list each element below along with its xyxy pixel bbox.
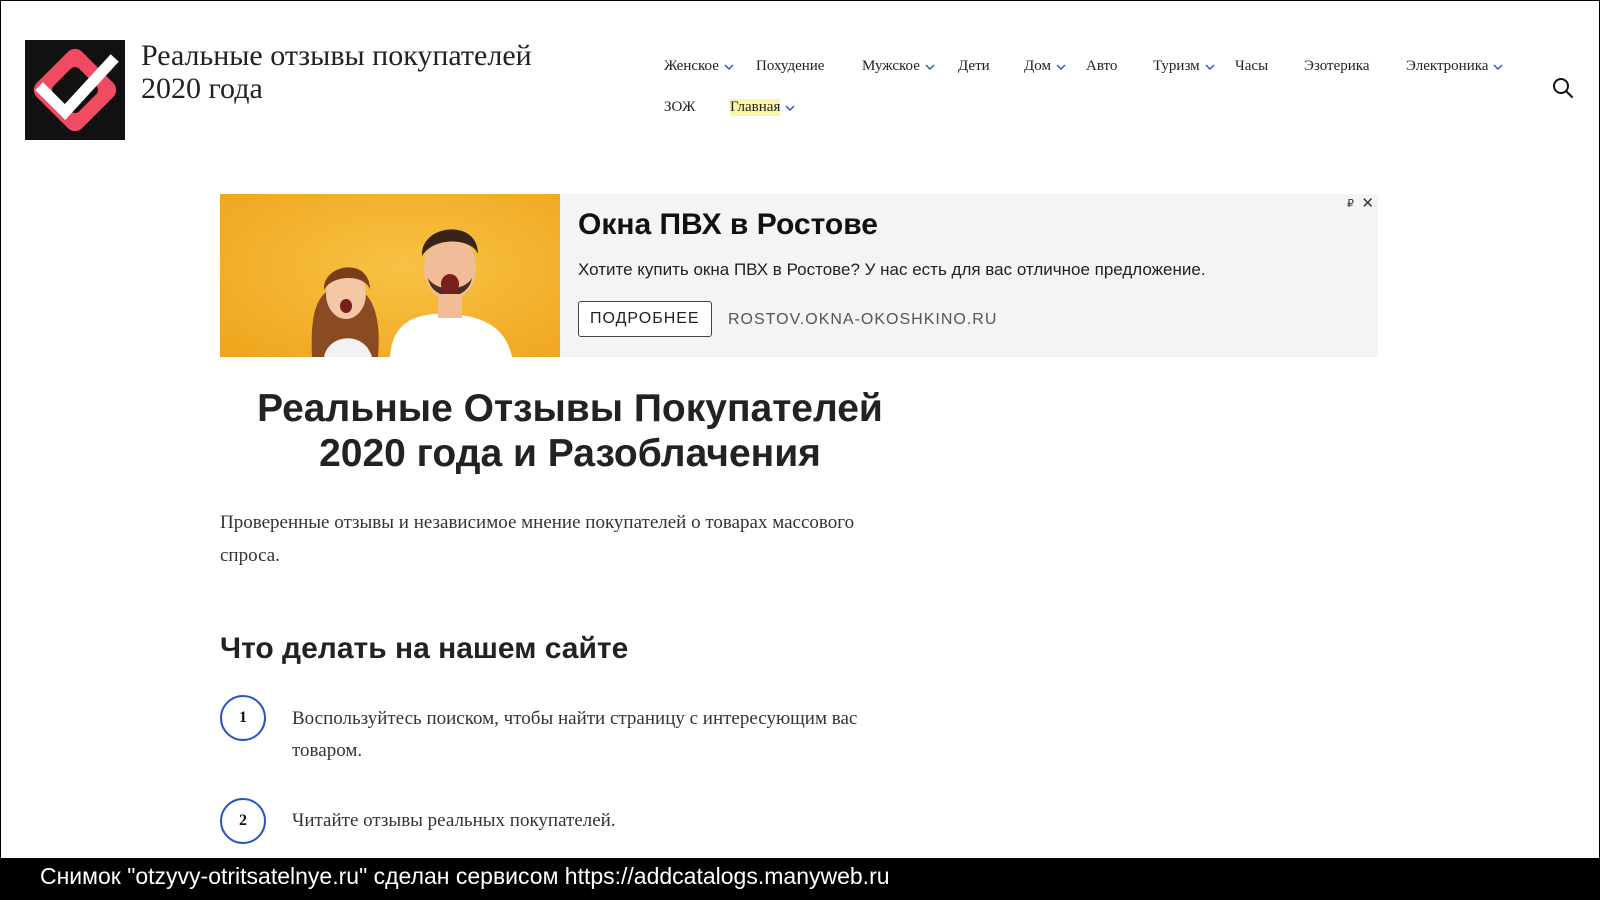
nav-item-kids[interactable]: Дети — [958, 58, 990, 75]
nav-item-tourism[interactable]: Туризм — [1153, 58, 1216, 75]
nav-label: Мужское — [862, 58, 920, 74]
nav-label: Электроника — [1406, 58, 1489, 74]
chevron-down-icon — [724, 64, 734, 70]
nav-label: Дети — [958, 58, 990, 74]
chevron-down-icon — [925, 64, 935, 70]
nav-label: Дом — [1024, 58, 1051, 74]
ad-photo-people — [220, 194, 560, 357]
chevron-down-icon — [1205, 64, 1215, 70]
nav-item-home[interactable]: Дом — [1024, 58, 1067, 75]
nav-item-main[interactable]: Главная — [730, 99, 796, 116]
step-number-1: 1 — [220, 695, 266, 741]
nav-item-weight-loss[interactable]: Похудение — [756, 58, 824, 75]
nav-item-auto[interactable]: Авто — [1086, 58, 1117, 75]
nav-label: Туризм — [1153, 58, 1200, 74]
section-heading: Что делать на нашем сайте — [220, 632, 629, 665]
ad-image[interactable] — [220, 194, 560, 357]
ad-banner[interactable]: Окна ПВХ в Ростове Хотите купить окна ПВ… — [220, 194, 1378, 357]
nav-label: Эзотерика — [1304, 58, 1370, 74]
ad-info-icon[interactable]: ₽ — [1347, 197, 1354, 210]
nav-label: Часы — [1235, 58, 1269, 74]
page-title-line1: Реальные Отзывы Покупателей — [257, 387, 883, 430]
nav-label: Главная — [730, 99, 781, 116]
intro-text: Проверенные отзывы и независимое мнение … — [220, 512, 855, 566]
ad-text: Хотите купить окна ПВХ в Ростове? У нас … — [578, 260, 1206, 279]
nav-item-electronics[interactable]: Электроника — [1406, 58, 1504, 75]
site-title[interactable]: Реальные отзывы покупателей 2020 года — [141, 39, 561, 105]
ad-domain[interactable]: ROSTOV.OKNA-OKOSHKINO.RU — [728, 311, 997, 329]
nav-item-esoterics[interactable]: Эзотерика — [1304, 58, 1370, 75]
nav-label: ЗОЖ — [664, 99, 696, 115]
nav-item-men[interactable]: Мужское — [862, 58, 936, 75]
nav-item-women[interactable]: Женское — [664, 58, 735, 75]
step-text-2: Читайте отзывы реальных покупателей. — [292, 810, 616, 831]
chevron-down-icon — [1493, 64, 1503, 70]
search-icon[interactable] — [1551, 76, 1575, 100]
chevron-down-icon — [1056, 64, 1066, 70]
nav-label: Женское — [664, 58, 719, 74]
nav-label: Похудение — [756, 58, 825, 74]
step-number-2: 2 — [220, 798, 266, 844]
checkmark-logo-icon — [25, 40, 125, 140]
step-text-1: Воспользуйтесь поиском, чтобы найти стра… — [292, 708, 858, 761]
site-title-line1: Реальные отзывы покупателей — [141, 39, 532, 72]
nav-label: Авто — [1086, 58, 1118, 74]
site-logo[interactable] — [25, 40, 125, 140]
screenshot-caption: Снимок "otzyvy-otritsatelnye.ru" сделан … — [0, 858, 1600, 900]
ad-more-button[interactable]: ПОДРОБНЕЕ — [578, 301, 712, 337]
nav-item-watches[interactable]: Часы — [1235, 58, 1268, 75]
nav-item-healthy-lifestyle[interactable]: ЗОЖ — [664, 99, 695, 116]
ad-title[interactable]: Окна ПВХ в Ростове — [578, 208, 878, 242]
ad-close-icon[interactable]: ✕ — [1361, 194, 1374, 212]
site-title-line2: 2020 года — [141, 72, 263, 105]
page-title: Реальные Отзывы Покупателей 2020 года и … — [220, 386, 920, 476]
page-title-line2: 2020 года и Разоблачения — [319, 432, 821, 475]
chevron-down-icon — [785, 105, 795, 111]
